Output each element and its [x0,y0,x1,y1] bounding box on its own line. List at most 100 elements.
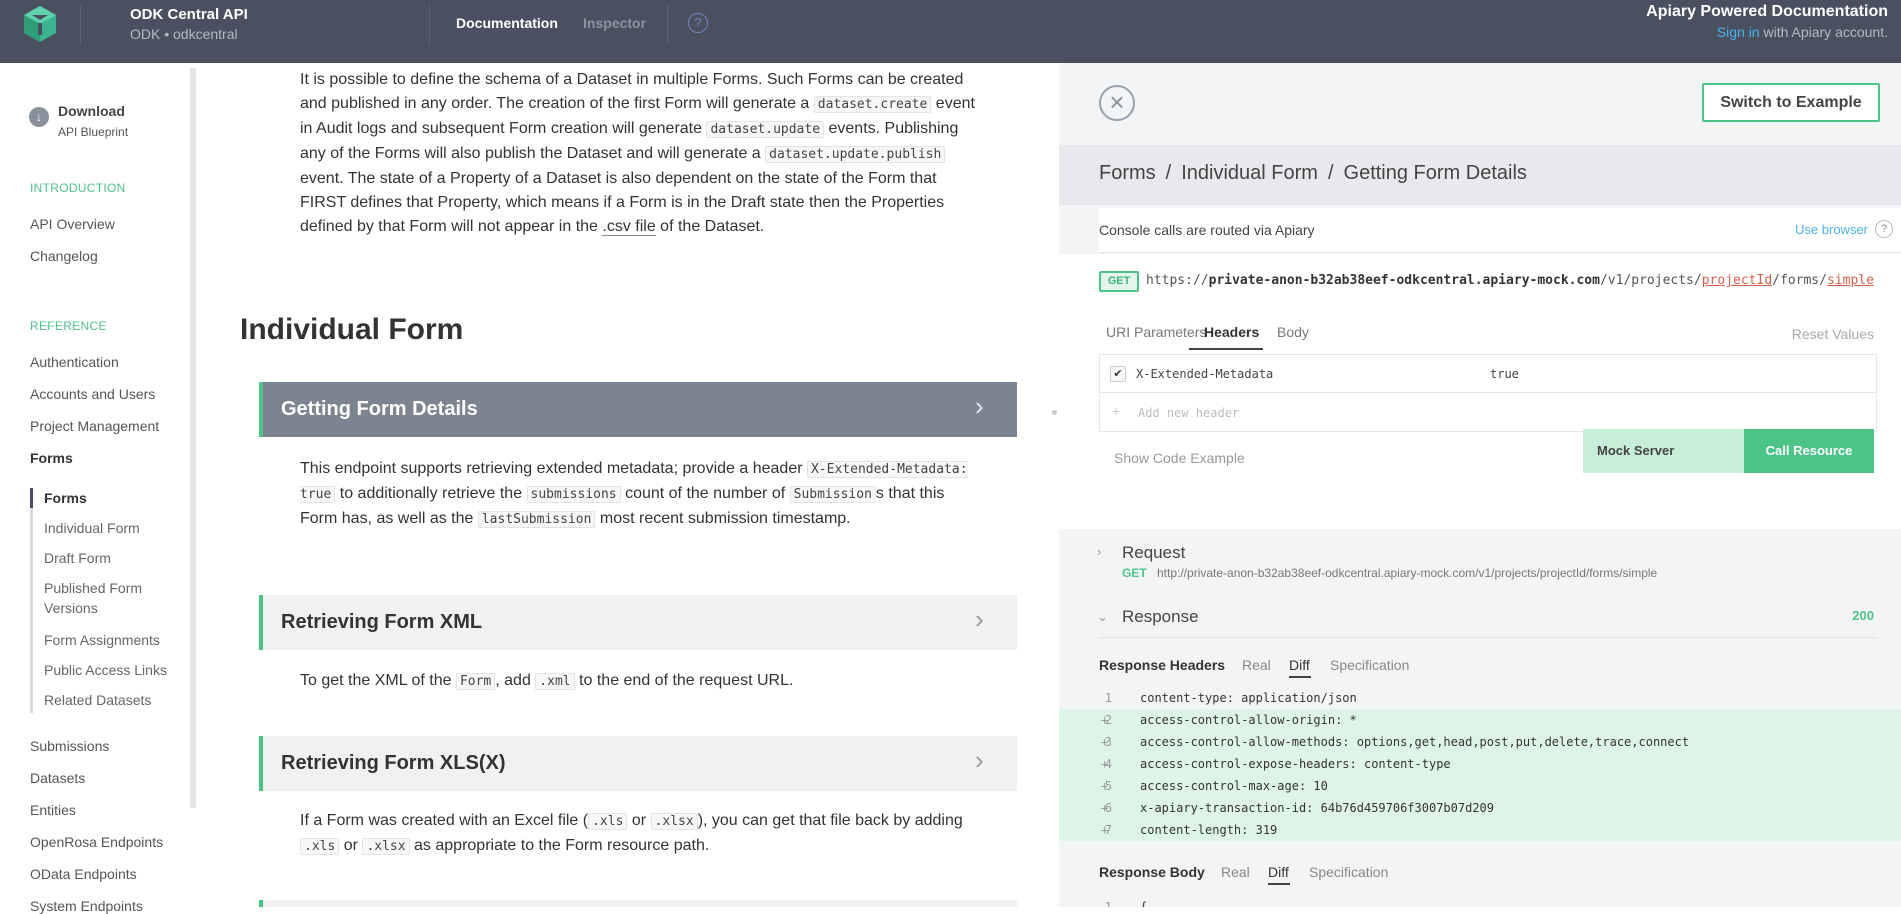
download-icon[interactable]: ↓ [29,107,49,127]
request-url[interactable]: https://private-anon-b32ab38eef-odkcentr… [1146,273,1874,288]
action-title: Retrieving Form XLS(X) [281,752,506,774]
tab-uri-parameters[interactable]: URI Parameters [1106,324,1206,340]
reset-values-button[interactable]: Reset Values [1792,326,1874,342]
close-panel-button[interactable]: × [1099,85,1135,121]
retrieving-form-xml-description: To get the XML of the Form, add .xml to … [300,672,794,690]
mock-server-toggle[interactable]: Mock Server [1583,429,1744,473]
uri-param-project-id[interactable]: projectId [1702,273,1772,288]
action-retrieving-form-xml[interactable]: Retrieving Form XML › [259,595,1017,650]
section-heading-reference: REFERENCE [30,319,107,333]
sidebar-item-forms[interactable]: Forms [30,450,73,466]
sidebar-item-submissions[interactable]: Submissions [30,738,109,754]
sidebar-item-openrosa-endpoints[interactable]: OpenRosa Endpoints [30,834,163,850]
uri-param-form-id[interactable]: simple [1827,273,1874,288]
apiary-powered-title: Apiary Powered Documentation [1646,3,1888,20]
line-number: 2 [1104,713,1112,727]
breadcrumb-separator: / [1327,162,1334,184]
getting-form-details-description: This endpoint supports retrieving extend… [300,460,968,528]
sign-in-line: Sign in with Apiary account. [1717,24,1888,40]
sidebar-subitem-related-datasets[interactable]: Related Datasets [44,690,194,710]
apiary-logo-icon[interactable] [21,5,59,43]
sidebar-item-changelog[interactable]: Changelog [30,248,98,264]
add-header-row[interactable]: + Add new header [1099,394,1877,432]
sidebar-subitem-published-form-versions[interactable]: Published Form Versions [44,578,164,618]
inline-code: Submission [789,486,876,503]
tab-specification[interactable]: Specification [1309,864,1388,880]
breadcrumb-forms[interactable]: Forms [1099,162,1156,184]
chevron-right-icon: › [975,604,984,634]
routing-text: Console calls are routed via Apiary [1099,222,1315,238]
add-header-input[interactable]: Add new header [1138,406,1239,420]
line-number: 5 [1104,779,1112,793]
sidebar-item-system-endpoints[interactable]: System Endpoints [30,898,143,914]
section-heading-introduction: INTRODUCTION [30,181,126,195]
csv-file-link[interactable]: .csv file [602,218,656,236]
help-icon[interactable]: ? [1875,220,1893,238]
action-getting-form-details[interactable]: Getting Form Details › [259,382,1017,437]
inline-code: dataset.create [813,96,932,113]
line-number: 4 [1104,757,1112,771]
inline-code: .xml [535,673,575,690]
sign-in-link[interactable]: Sign in [1717,24,1760,40]
chevron-right-icon: › [1097,544,1102,559]
app-title[interactable]: ODK Central API [130,6,248,23]
inline-code: dataset.update [706,121,825,138]
divider [80,5,81,45]
tab-real[interactable]: Real [1242,657,1271,673]
sidebar-item-accounts-and-users[interactable]: Accounts and Users [30,386,155,402]
breadcrumb-individual-form[interactable]: Individual Form [1181,162,1318,184]
sign-in-suffix: with Apiary account. [1759,24,1888,40]
sidebar-item-entities[interactable]: Entities [30,802,76,818]
sidebar-subitem-individual-form[interactable]: Individual Form [44,518,194,538]
header-code-line: +5 access-control-max-age: 10 [1059,775,1901,797]
show-code-example-button[interactable]: Show Code Example [1114,450,1245,466]
sidebar-item-project-management[interactable]: Project Management [30,418,159,434]
status-code: 200 [1852,608,1874,623]
use-browser-link[interactable]: Use browser [1795,222,1868,237]
sidebar-item-api-overview[interactable]: API Overview [30,216,115,232]
sidebar-subitem-draft-form[interactable]: Draft Form [44,548,194,568]
panel-resize-handle[interactable] [1052,410,1057,415]
divider [1099,637,1877,638]
header-code-line: +7 content-length: 319 [1059,819,1901,841]
request-method: GET [1122,566,1147,580]
method-badge: GET [1099,271,1139,292]
sidebar-item-odata-endpoints[interactable]: OData Endpoints [30,866,137,882]
tab-body[interactable]: Body [1277,324,1309,340]
call-resource-button[interactable]: Call Resource [1744,429,1874,473]
switch-to-example-button[interactable]: Switch to Example [1702,83,1880,122]
line-number: 3 [1104,735,1112,749]
tab-specification[interactable]: Specification [1330,657,1409,673]
tab-headers[interactable]: Headers [1204,324,1259,340]
line-number: 6 [1104,801,1112,815]
line-text: access-control-allow-origin: * [1140,713,1357,727]
response-title[interactable]: Response [1122,607,1199,627]
nav-inspector[interactable]: Inspector [583,15,646,31]
header-name-field[interactable]: X-Extended-Metadata [1136,367,1273,381]
tab-diff[interactable]: Diff [1289,657,1310,673]
dataset-intro-paragraph: It is possible to define the schema of a… [300,71,975,236]
header-value-field[interactable]: true [1490,367,1519,381]
line-number: 1 [1104,691,1112,705]
tab-real[interactable]: Real [1221,864,1250,880]
sidebar-subitem-form-assignments[interactable]: Form Assignments [44,630,194,650]
inline-code: dataset.update.publish [765,146,946,163]
sidebar-item-authentication[interactable]: Authentication [30,354,119,370]
download-link[interactable]: Download [58,103,125,119]
tab-diff[interactable]: Diff [1268,864,1289,880]
request-section[interactable]: › Request GET http://private-anon-b32ab3… [1059,529,1901,591]
download-sublabel: API Blueprint [58,125,129,139]
action-next[interactable] [259,900,1017,907]
chevron-down-icon[interactable]: ⌄ [1097,609,1108,625]
header-enabled-checkbox[interactable]: ✔ [1110,366,1126,382]
line-text: x-apiary-transaction-id: 64b76d459706f30… [1140,801,1495,815]
sidebar-item-datasets[interactable]: Datasets [30,770,85,786]
help-icon[interactable]: ? [688,13,708,33]
sidebar-subitem-forms[interactable]: Forms [44,488,194,508]
action-retrieving-form-xls[interactable]: Retrieving Form XLS(X) › [259,736,1017,791]
sidebar-subitem-public-access-links[interactable]: Public Access Links [44,660,194,680]
active-tab-underline [1268,883,1290,885]
inline-code: .xls [300,838,340,855]
nav-documentation[interactable]: Documentation [456,15,558,31]
console-panel: × Switch to Example Forms / Individual For… [1059,63,1901,907]
